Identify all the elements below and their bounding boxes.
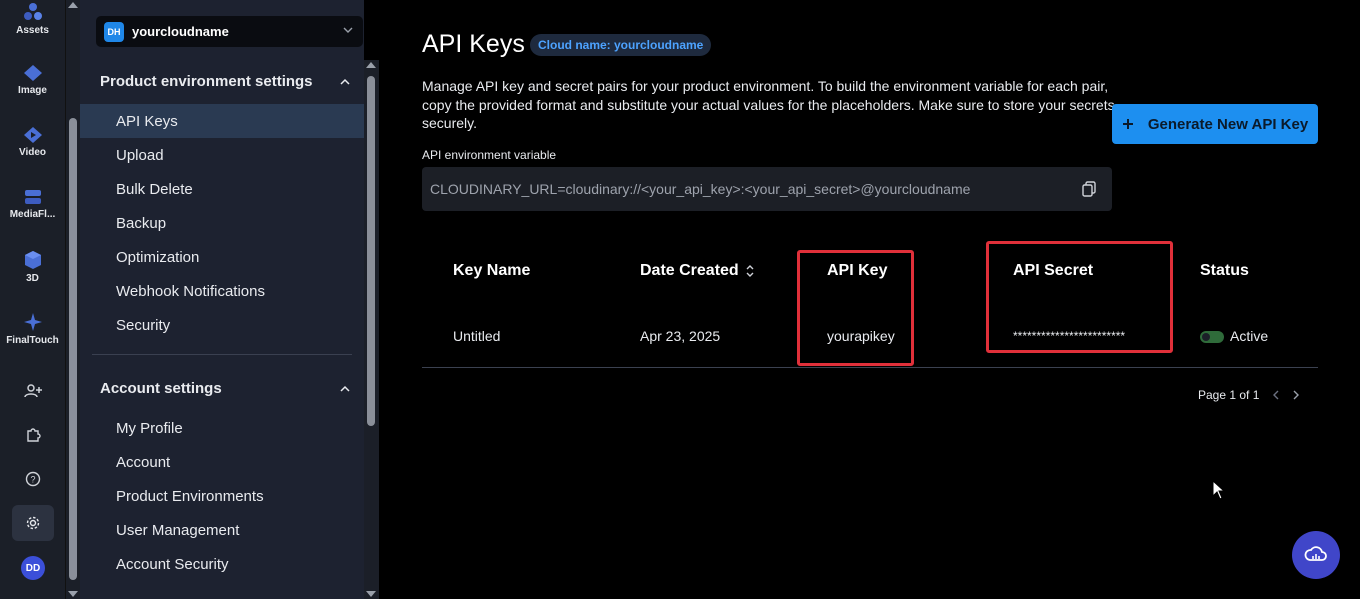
rail-item-image[interactable]: Image <box>0 64 65 96</box>
column-header-date-label: Date Created <box>640 262 739 279</box>
env-variable-label: API environment variable <box>422 148 557 162</box>
gear-icon <box>26 516 40 530</box>
settings-button[interactable] <box>12 505 54 541</box>
rail-label-assets: Assets <box>16 25 49 36</box>
rail-label-video: Video <box>18 147 47 158</box>
column-header-date-created[interactable]: Date Created <box>640 262 754 280</box>
chevron-up-icon <box>340 78 350 85</box>
chevron-right-icon[interactable] <box>1293 390 1300 400</box>
mediaflows-icon <box>24 190 41 204</box>
app-root: Assets Image Video MediaFl... 3D FinalTo… <box>0 0 1360 599</box>
avatar[interactable]: DD <box>21 556 45 580</box>
status-label: Active <box>1230 328 1269 344</box>
section-divider <box>92 354 352 355</box>
scroll-up-arrow-icon[interactable] <box>366 62 376 68</box>
left-rail: Assets Image Video MediaFl... 3D FinalTo… <box>0 0 65 599</box>
menu-item-backup[interactable]: Backup <box>80 206 364 240</box>
rail-item-finaltouch[interactable]: FinalTouch <box>0 312 65 346</box>
plus-icon <box>1122 119 1133 129</box>
account-settings-title: Account settings <box>100 380 222 397</box>
menu-item-account[interactable]: Account <box>80 445 364 479</box>
cloud-badge: DH <box>104 21 124 42</box>
cloud-chat-icon <box>1304 546 1327 561</box>
puzzle-icon <box>27 428 41 442</box>
highlight-box-api-secret <box>986 241 1173 353</box>
video-icon <box>23 127 42 143</box>
copy-icon[interactable] <box>1082 181 1096 197</box>
product-settings-header[interactable]: Product environment settings <box>100 73 350 90</box>
addons-button[interactable] <box>12 417 54 453</box>
menu-item-security[interactable]: Security <box>80 308 364 342</box>
scroll-up-arrow-icon[interactable] <box>68 2 78 8</box>
rail-label-finaltouch: FinalTouch <box>6 335 59 346</box>
rail-label-mediaflows: MediaFl... <box>9 209 56 220</box>
scroll-thumb[interactable] <box>69 118 77 580</box>
help-button[interactable]: ? <box>12 461 54 497</box>
assets-icon <box>23 3 42 20</box>
generate-api-key-label: Generate New API Key <box>1147 115 1309 133</box>
menu-item-user-management[interactable]: User Management <box>80 513 364 547</box>
cube-icon <box>24 251 41 269</box>
rail-label-3d: 3D <box>26 273 39 284</box>
question-icon: ? <box>25 471 41 487</box>
pagination: Page 1 of 1 <box>1198 388 1300 402</box>
product-settings-title: Product environment settings <box>100 73 313 90</box>
mouse-cursor-icon <box>1212 480 1226 500</box>
svg-text:?: ? <box>30 475 35 485</box>
menu-item-api-keys[interactable]: API Keys <box>80 104 364 138</box>
table-row-divider <box>422 367 1318 368</box>
cloud-name: yourcloudname <box>132 24 229 39</box>
scroll-down-arrow-icon[interactable] <box>68 591 78 597</box>
rail-item-assets[interactable]: Assets <box>0 2 65 36</box>
scroll-down-arrow-icon[interactable] <box>366 591 376 597</box>
chevron-left-icon[interactable] <box>1273 390 1279 400</box>
support-chat-button[interactable] <box>1292 531 1340 579</box>
cloud-selector[interactable]: DH yourcloudname <box>96 16 363 47</box>
column-header-status: Status <box>1200 262 1249 279</box>
cell-status[interactable]: Active <box>1200 328 1268 344</box>
cell-date-created: Apr 23, 2025 <box>640 328 721 344</box>
rail-item-mediaflows[interactable]: MediaFl... <box>0 188 65 220</box>
rail-scrollbar[interactable] <box>65 0 80 599</box>
add-user-button[interactable] <box>12 373 54 409</box>
image-icon <box>23 65 42 81</box>
menu-item-account-security[interactable]: Account Security <box>80 547 364 581</box>
main-content: API Keys Cloud name: yourcloudname Manag… <box>380 0 1360 599</box>
sort-icon[interactable] <box>746 264 754 278</box>
chevron-down-icon <box>343 27 353 33</box>
generate-api-key-button[interactable]: Generate New API Key <box>1112 104 1318 144</box>
cloud-name-chip: Cloud name: yourcloudname <box>530 34 712 56</box>
menu-item-webhook-notifications[interactable]: Webhook Notifications <box>80 274 364 308</box>
account-settings-header[interactable]: Account settings <box>100 380 350 397</box>
panel-scrollbar[interactable] <box>364 60 379 599</box>
rail-label-image: Image <box>18 85 47 96</box>
highlight-box-api-key <box>797 250 914 366</box>
status-toggle[interactable] <box>1200 331 1224 344</box>
add-user-icon <box>24 384 42 398</box>
cell-key-name[interactable]: Untitled <box>453 328 500 344</box>
page-indicator: Page 1 of 1 <box>1198 388 1260 402</box>
rail-item-video[interactable]: Video <box>0 126 65 158</box>
chevron-up-icon <box>340 385 350 392</box>
rail-item-3d[interactable]: 3D <box>0 250 65 284</box>
page-title: API Keys <box>422 30 525 58</box>
menu-item-bulk-delete[interactable]: Bulk Delete <box>80 172 364 206</box>
menu-item-upload[interactable]: Upload <box>80 138 364 172</box>
sparkle-icon <box>23 313 42 331</box>
env-variable-field[interactable]: CLOUDINARY_URL=cloudinary://<your_api_ke… <box>422 167 1112 211</box>
env-variable-value: CLOUDINARY_URL=cloudinary://<your_api_ke… <box>430 181 971 197</box>
menu-item-product-environments[interactable]: Product Environments <box>80 479 364 513</box>
column-header-key-name: Key Name <box>453 262 531 279</box>
scroll-thumb[interactable] <box>367 76 375 426</box>
page-description: Manage API key and secret pairs for your… <box>422 78 1115 131</box>
menu-item-my-profile[interactable]: My Profile <box>80 411 364 445</box>
settings-panel: DH yourcloudname Product environment set… <box>80 0 364 599</box>
menu-item-optimization[interactable]: Optimization <box>80 240 364 274</box>
